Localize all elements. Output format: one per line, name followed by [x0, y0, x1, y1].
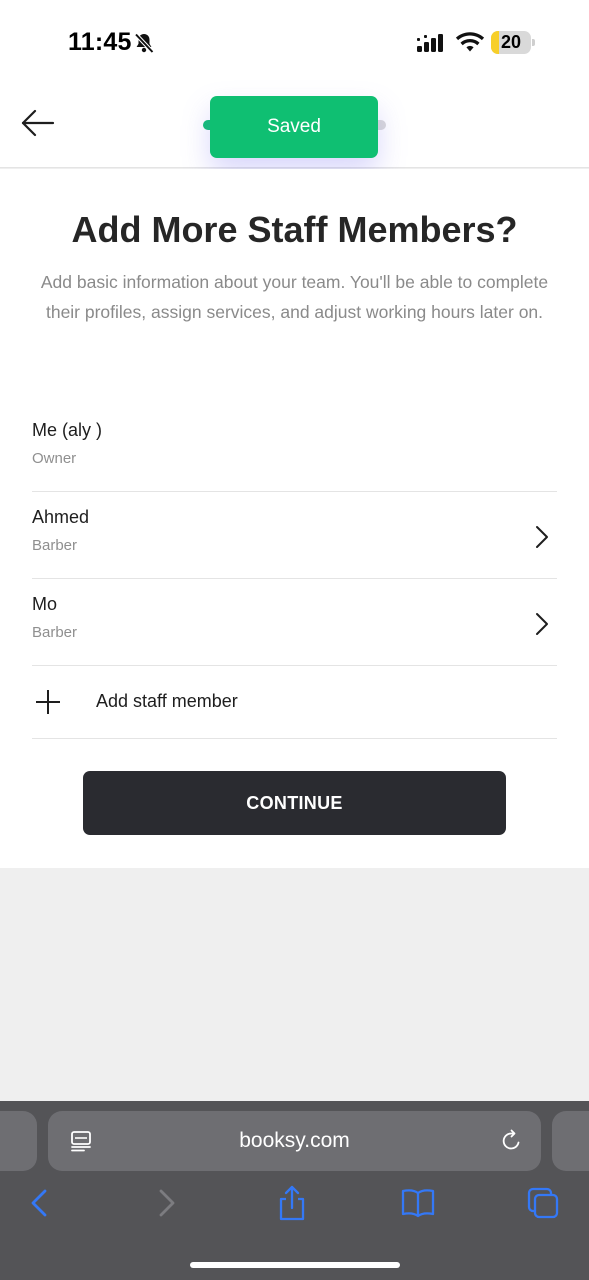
next-tab-peek[interactable]	[552, 1111, 589, 1171]
staff-name: Ahmed	[32, 507, 90, 527]
add-staff-member-button[interactable]: Add staff member	[32, 665, 557, 739]
status-bar: 11:45 20	[0, 0, 589, 84]
header: Saved	[0, 84, 589, 168]
staff-role: Barber	[32, 624, 78, 641]
wifi-icon	[455, 32, 485, 52]
browser-back-icon[interactable]	[22, 1185, 58, 1221]
share-icon[interactable]	[274, 1185, 310, 1221]
staff-row-mo[interactable]: Mo Barber	[32, 579, 557, 666]
address-bar[interactable]: booksy.com	[48, 1111, 541, 1171]
staff-row-ahmed[interactable]: Ahmed Barber	[32, 492, 557, 579]
staff-name: Mo	[32, 594, 58, 614]
back-arrow-icon[interactable]	[18, 106, 58, 140]
browser-forward-icon[interactable]	[148, 1185, 184, 1221]
address-url: booksy.com	[239, 1129, 350, 1152]
bookmarks-icon[interactable]	[400, 1185, 436, 1221]
tabs-icon[interactable]	[525, 1185, 561, 1221]
cellular-signal-icon	[417, 34, 443, 52]
page-title: Add More Staff Members?	[71, 209, 518, 250]
staff-name: Me (aly )	[32, 420, 103, 440]
plus-icon	[36, 690, 60, 714]
battery-level: 20	[500, 32, 522, 52]
main-content: Add More Staff Members? Add basic inform…	[0, 169, 589, 868]
browser-toolbar: booksy.com	[0, 1101, 589, 1280]
staff-row-owner: Me (aly ) Owner	[32, 405, 557, 492]
chevron-right-icon	[536, 526, 548, 548]
add-staff-member-label: Add staff member	[96, 691, 238, 711]
home-indicator[interactable]	[190, 1262, 400, 1268]
staff-role: Barber	[32, 537, 78, 554]
previous-tab-peek[interactable]	[0, 1111, 37, 1171]
continue-button[interactable]: CONTINUE	[83, 771, 506, 835]
page-subtitle: Add basic information about your team. Y…	[40, 272, 549, 322]
staff-role: Owner	[32, 450, 77, 467]
status-time: 11:45	[68, 28, 132, 56]
battery-icon: 20	[491, 31, 535, 54]
saved-toast: Saved	[210, 96, 378, 158]
chevron-right-icon	[536, 613, 548, 635]
bell-slash-icon	[134, 33, 154, 54]
reload-icon[interactable]	[499, 1129, 523, 1153]
